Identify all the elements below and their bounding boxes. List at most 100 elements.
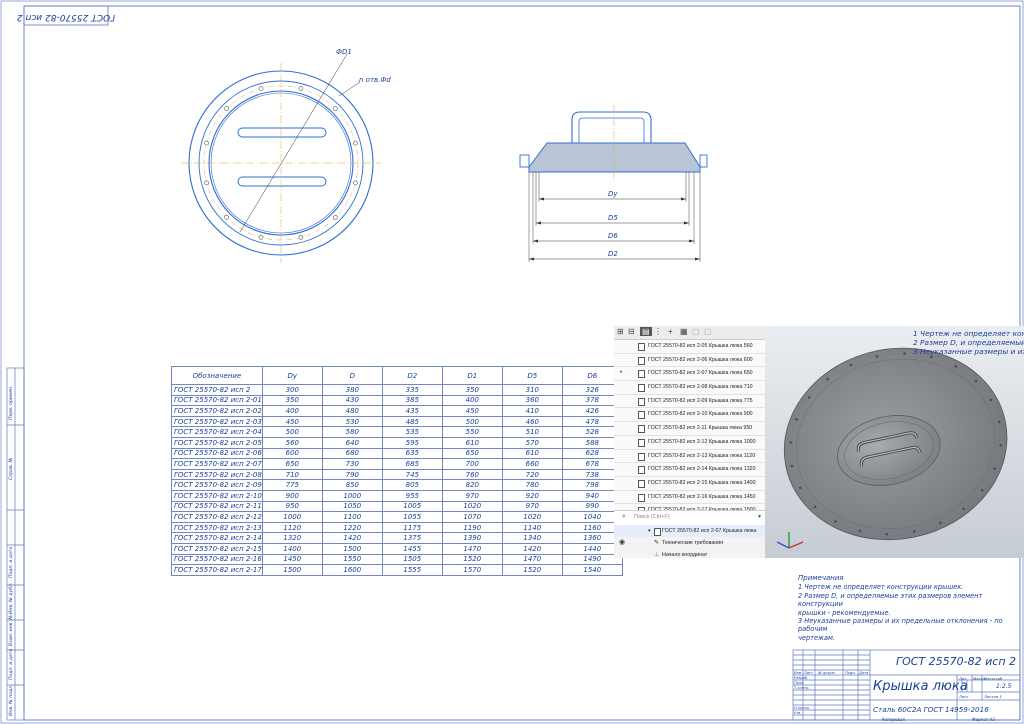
variant-label: ГОСТ 25570-82 исп 2-11 Крышка люка 950 xyxy=(648,425,753,432)
bolt-hole xyxy=(258,235,264,240)
tree-list-icon[interactable]: ▤ xyxy=(640,327,652,336)
part-file-icon xyxy=(638,479,645,488)
tree-search-bar[interactable]: ⌕ Поиск (Ctrl+F) ▾ xyxy=(614,510,765,526)
variant-list-item[interactable]: ГОСТ 25570-82 исп 2-12 Крышка люка 1000 xyxy=(614,435,765,450)
add-icon[interactable]: + xyxy=(668,327,673,336)
bolt-hole xyxy=(224,106,229,111)
cad-screenshot: ⊞ ⊟ ▤ ⋮ + ▦ ▢ ▢ ГОСТ 25570-82 исп 2-05 К… xyxy=(614,326,1024,558)
cell-value: 1120 xyxy=(261,521,323,534)
tree-structure-icon[interactable]: ⊟ xyxy=(628,327,635,336)
visibility-eye-icon[interactable]: ◉ xyxy=(619,537,625,549)
tb-row-tkontr: Т.контр. xyxy=(794,686,810,690)
cell-value: 970 xyxy=(441,489,503,502)
cell-value: 1550 xyxy=(321,553,383,566)
table-row: ГОСТ 25570-82 исп 2-08 710 790 745 760 720 738 xyxy=(171,468,623,481)
cell-value: 730 xyxy=(321,458,383,470)
tree-origin-item[interactable]: ⊥ Начало координат xyxy=(614,549,765,558)
variant-list-item[interactable]: • ГОСТ 25570-82 исп 2-07 Крышка люка 650 xyxy=(614,367,765,382)
note-line-4: 3 Неуказанные размеры и их предельные от… xyxy=(798,617,1003,634)
stamp-label-1: Перв. примен. xyxy=(8,386,14,421)
variant-list-item[interactable]: ГОСТ 25570-82 исп 2-08 Крышка люка 710 xyxy=(614,381,765,395)
cell-value: 610 xyxy=(441,436,503,449)
tree-filter-icon[interactable]: ⋮ xyxy=(654,327,662,336)
cell-value: 570 xyxy=(501,436,563,449)
tree-tech-req-item[interactable]: ◉ ✎ Технические требования xyxy=(614,537,765,549)
cell-value: 850 xyxy=(321,479,383,491)
note-line-1: 1 Чертеж не определяет конструкции крыше… xyxy=(798,583,964,592)
tree-current-item[interactable]: ▾ ГОСТ 25570-82 исп 2-07 Крышка люка xyxy=(614,525,765,537)
cell-designation: ГОСТ 25570-82 исп 2 xyxy=(171,384,263,396)
variant-list-item[interactable]: ГОСТ 25570-82 исп 2-16 Крышка люка 1450 xyxy=(614,490,765,505)
variant-list-item[interactable]: ГОСТ 25570-82 исп 2-14 Крышка люка 1320 xyxy=(614,463,765,477)
cell-value: 1455 xyxy=(381,542,443,555)
variant-list-item[interactable]: ГОСТ 25570-82 исп 2-15 Крышка люка 1400 xyxy=(614,476,765,491)
cell-value: 1520 xyxy=(441,553,503,566)
active-variant-marker: • xyxy=(620,370,623,377)
cell-designation: ГОСТ 25570-82 исп 2-05 xyxy=(171,436,263,449)
tree-paste-icon[interactable]: ▢ xyxy=(704,327,712,336)
stamp-label-7: Инв. № подл. xyxy=(8,684,14,716)
cell-value: 1520 xyxy=(501,564,563,576)
cell-value: 530 xyxy=(321,415,383,428)
variant-list-item[interactable]: ГОСТ 25570-82 исп 2-06 Крышка люка 600 xyxy=(614,353,765,368)
part-file-icon xyxy=(638,343,645,351)
cell-value: 1100 xyxy=(321,511,383,523)
cell-designation: ГОСТ 25570-82 исп 2-17 xyxy=(171,564,263,576)
bolt-hole xyxy=(353,140,358,146)
3d-model-render xyxy=(776,347,1008,549)
cell-designation: ГОСТ 25570-82 исп 2-02 xyxy=(171,405,263,417)
cell-value: 780 xyxy=(501,479,563,491)
cell-value: 955 xyxy=(381,489,443,502)
cell-value: 435 xyxy=(381,405,443,417)
cell-value: 1420 xyxy=(321,532,383,544)
cell-value: 1320 xyxy=(261,532,323,544)
tree-copy-icon[interactable]: ▢ xyxy=(692,327,700,336)
table-row: ГОСТ 25570-82 исп 2-13 1120 1220 1175 1190 11… xyxy=(171,521,623,534)
dim-label-dy: Dy xyxy=(608,190,618,198)
part-file-icon xyxy=(638,438,645,447)
cell-value: 1190 xyxy=(441,521,503,534)
cell-value: 450 xyxy=(441,405,503,417)
tree-table-icon[interactable]: ▦ xyxy=(680,327,688,336)
cell-value: 385 xyxy=(381,394,443,407)
variant-list-item[interactable]: ГОСТ 25570-82 исп 2-11 Крышка люка 950 xyxy=(614,422,765,436)
expand-arrow-icon[interactable]: ▾ xyxy=(648,525,651,537)
table-row: ГОСТ 25570-82 исп 2-04 500 580 535 550 510 528 xyxy=(171,426,623,438)
tb-designation: ГОСТ 25570-82 исп 2 xyxy=(896,655,1017,668)
tree-view-icon[interactable]: ⊞ xyxy=(617,327,624,336)
header-dy: Dy xyxy=(261,366,323,385)
bolt-hole xyxy=(204,140,209,146)
corner-title-box: ГОСТ 25570-82 исп 2 xyxy=(17,5,115,26)
3d-viewport[interactable]: 1 Чертеж не определяет конст 2 Размер D,… xyxy=(765,326,1024,558)
cell-value: 400 xyxy=(441,394,503,407)
cell-designation: ГОСТ 25570-82 исп 2-12 xyxy=(171,511,263,523)
variant-list-item[interactable]: ГОСТ 25570-82 исп 2-09 Крышка люка 775 xyxy=(614,394,765,409)
cell-value: 820 xyxy=(441,479,503,491)
tb-lit-header: Лит. xyxy=(959,676,968,681)
tb-scale-header: Масштаб xyxy=(984,676,1003,681)
variant-list-item[interactable]: ГОСТ 25570-82 исп 2-05 Крышка люка 560 xyxy=(614,340,765,354)
variant-list-item[interactable]: ГОСТ 25570-82 исп 2-10 Крышка люка 900 xyxy=(614,408,765,423)
search-dropdown-icon[interactable]: ▾ xyxy=(758,513,761,520)
cell-value: 950 xyxy=(261,500,323,513)
note-line-3: крышки - рекомендуемые. xyxy=(798,608,891,617)
model-tree-panel: ⊞ ⊟ ▤ ⋮ + ▦ ▢ ▢ ГОСТ 25570-82 исп 2-05 К… xyxy=(614,326,766,558)
viewport-note-3: 3 Неуказанные размеры и их пре xyxy=(913,347,1024,357)
plan-view xyxy=(181,53,381,263)
notes-block: Примечания 1 Чертеж не определяет констр… xyxy=(798,574,1020,642)
cell-value: 400 xyxy=(261,405,323,417)
cell-value: 1555 xyxy=(381,564,443,576)
cell-value: 535 xyxy=(381,426,443,438)
cell-value: 580 xyxy=(321,426,383,438)
cell-value: 635 xyxy=(381,447,443,460)
part-file-icon xyxy=(638,425,645,434)
cell-value: 1000 xyxy=(261,511,323,523)
cell-value: 1420 xyxy=(501,542,563,555)
search-icon: ⌕ xyxy=(622,513,626,520)
stamp-label-2: Справ. № xyxy=(8,457,14,480)
cell-value: 1450 xyxy=(261,553,323,566)
cell-value: 1175 xyxy=(381,521,443,534)
variant-list-item[interactable]: ГОСТ 25570-82 исп 2-13 Крышка люка 1120 xyxy=(614,449,765,464)
part-file-icon xyxy=(638,466,645,475)
tb-row-prov: Пров. xyxy=(794,681,805,685)
